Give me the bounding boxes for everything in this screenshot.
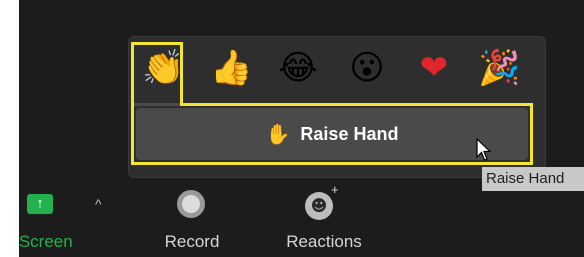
red-heart-emoji[interactable]: ❤ [414, 48, 454, 88]
tears-of-joy-emoji[interactable]: 😂 [278, 48, 318, 88]
raised-hand-icon: ✋ [265, 122, 291, 146]
raise-hand-label: Raise Hand [300, 123, 399, 144]
meeting-window: 👏 👍 😂 😮 ❤ 🎉 ✋ Raise Hand Raise Hand ↑ re… [19, 0, 584, 257]
raise-hand-tooltip: Raise Hand [482, 167, 584, 191]
highlight-join [134, 103, 180, 106]
record-label: Record [164, 232, 220, 251]
share-screen-label: re Screen [19, 232, 73, 251]
record-button[interactable]: Record [147, 188, 237, 251]
share-screen-icon: ↑ [27, 194, 53, 214]
raise-hand-button[interactable]: ✋ Raise Hand [136, 108, 528, 160]
chevron-up-icon[interactable]: ^ [95, 196, 102, 212]
smiley-icon: ☻ [305, 192, 333, 220]
plus-icon: + [331, 182, 339, 197]
reactions-label: Reactions [286, 232, 362, 251]
party-popper-emoji[interactable]: 🎉 [478, 48, 520, 88]
record-icon [177, 190, 205, 218]
clapping-hands-emoji[interactable]: 👏 [142, 48, 184, 88]
open-mouth-emoji[interactable]: 😮 [347, 48, 387, 88]
thumbs-up-emoji[interactable]: 👍 [210, 48, 252, 88]
reactions-button[interactable]: ☻ + Reactions [269, 182, 379, 251]
mouse-pointer-icon [476, 138, 492, 161]
